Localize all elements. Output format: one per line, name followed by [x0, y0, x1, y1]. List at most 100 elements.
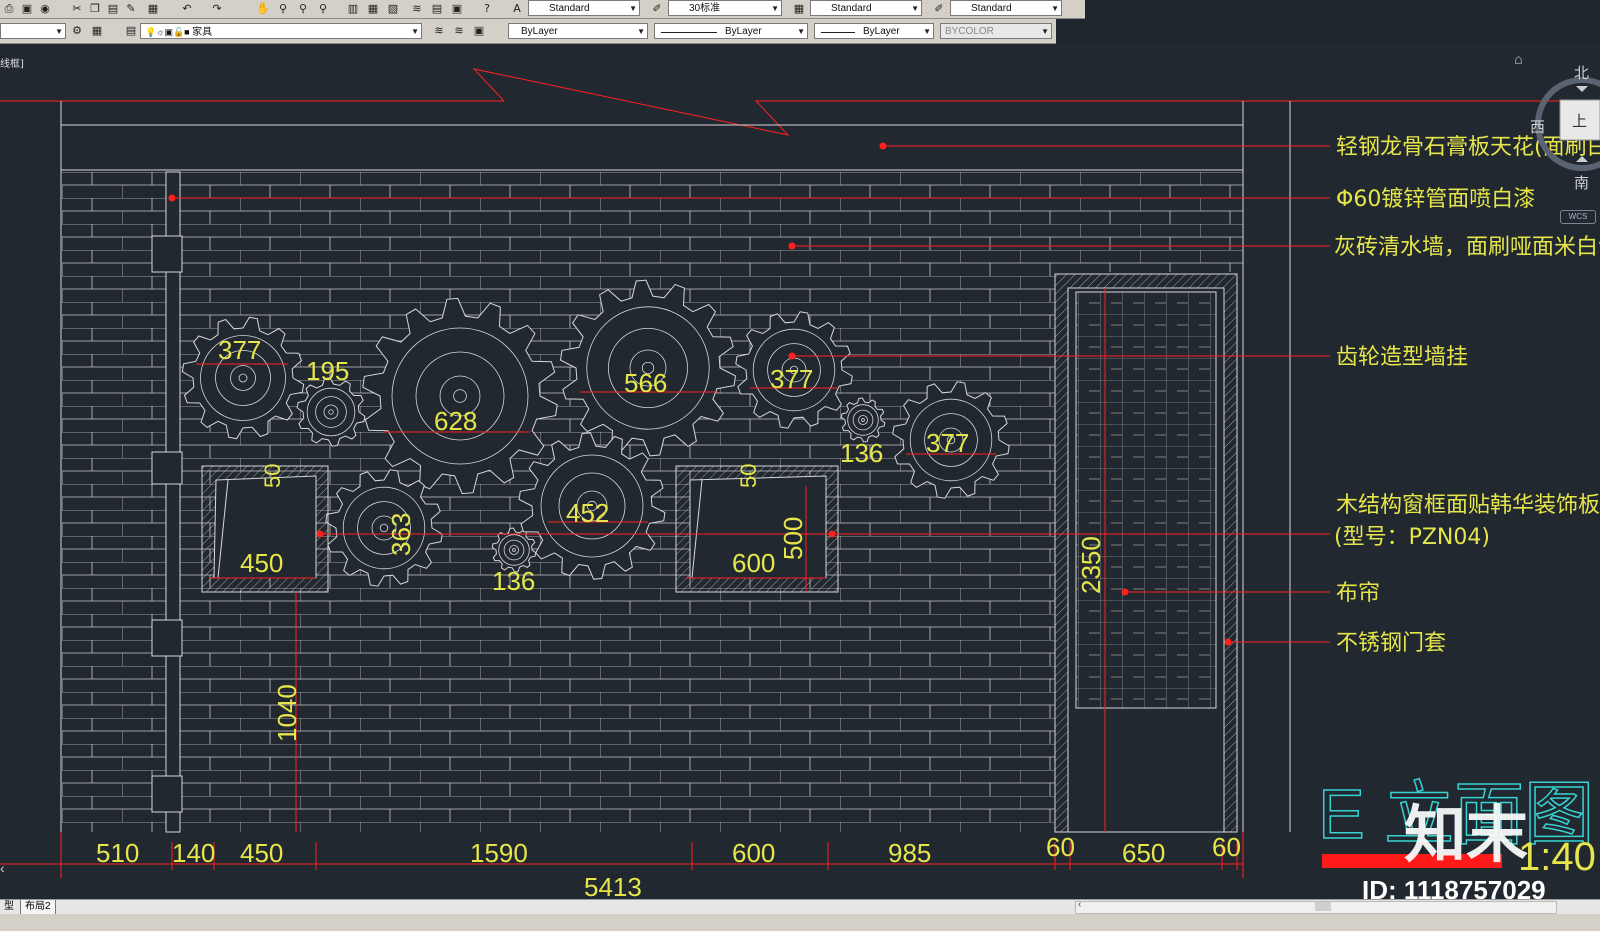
drawing-area-top: [1085, 0, 1600, 43]
help-icon[interactable]: ?: [480, 2, 494, 16]
pan-icon[interactable]: ✋: [256, 2, 270, 16]
zoom-window-icon[interactable]: ⚲: [296, 2, 310, 16]
gear-dim-4: 566: [624, 368, 667, 398]
compass-south[interactable]: 南: [1574, 172, 1589, 193]
annotation-model: (型号：PZN04): [1334, 525, 1490, 550]
matchprop-icon[interactable]: ✎: [124, 2, 138, 16]
drawing-canvas[interactable]: 377 195 628 566 377 136 377 363 136 452 …: [0, 44, 1600, 899]
status-bar: [0, 914, 1600, 931]
tablestyle-icon[interactable]: ▦: [792, 2, 806, 16]
dim-style-select[interactable]: 30标准 ▼: [668, 0, 782, 16]
color-select[interactable]: ByLayer ▼: [508, 23, 648, 39]
table-style-select[interactable]: Standard ▼: [810, 0, 922, 16]
bottom-dim-2: 140: [172, 838, 215, 868]
annotation-curtain: 布帘: [1336, 581, 1380, 606]
text-style-value: Standard: [549, 3, 590, 14]
textstyle-icon[interactable]: A: [510, 2, 524, 16]
window-dim-2: 450: [240, 548, 283, 578]
plot-icon[interactable]: ⎙: [2, 2, 16, 16]
compass-west[interactable]: 西: [1530, 116, 1545, 137]
tab-layout2[interactable]: 布局2: [20, 900, 56, 914]
make-current-icon[interactable]: ≋: [432, 24, 446, 38]
gear-dim-5: 377: [770, 364, 813, 394]
viewcube[interactable]: 北 西 南 上: [1530, 62, 1600, 222]
color-value: ByLayer: [521, 26, 558, 37]
redo-icon[interactable]: ↷: [210, 2, 224, 16]
linetype-select[interactable]: ByLayer ▼: [654, 23, 808, 39]
gear-dim-1: 377: [218, 335, 261, 365]
cut-icon[interactable]: ✂: [70, 2, 84, 16]
window-dim-1: 50: [260, 464, 285, 488]
tab-model[interactable]: 型: [0, 900, 18, 914]
toolpalettes-icon[interactable]: ▧: [386, 2, 400, 16]
layer-states-icon[interactable]: ▣: [472, 24, 486, 38]
scrollbar-thumb[interactable]: [1315, 902, 1331, 911]
gear-dim-10: 452: [566, 498, 609, 528]
height-dim-2350: 2350: [1076, 536, 1106, 594]
annotation-window: 木结构窗框面贴韩华装饰板: [1336, 493, 1600, 518]
workspace-icon[interactable]: ▦: [90, 24, 104, 38]
bottom-dim-9: 60: [1212, 832, 1241, 862]
chevron-left-icon[interactable]: ‹: [0, 860, 5, 876]
designcenter-icon[interactable]: ▦: [366, 2, 380, 16]
lineweight-select[interactable]: ByLayer ▼: [814, 23, 934, 39]
gear-dim-8: 363: [386, 513, 416, 556]
home-icon[interactable]: ⌂: [1514, 52, 1523, 68]
preview-icon[interactable]: ▣: [20, 2, 34, 16]
paste-icon[interactable]: ▤: [106, 2, 120, 16]
gear-dim-7: 377: [926, 428, 969, 458]
undo-icon[interactable]: ↶: [180, 2, 194, 16]
lineweight-sample: [821, 32, 855, 33]
standard-toolbar: ⎙ ▣ ◉ ✂ ❐ ▤ ✎ ▦ ↶ ↷ ✋ ⚲ ⚲ ⚲ ▥ ▦ ▧ ≋ ▤ ▣ …: [0, 0, 1085, 19]
layer-previous-icon[interactable]: ≋: [452, 24, 466, 38]
viewcube-face[interactable]: 上: [1572, 110, 1587, 131]
mleaderstyle-icon[interactable]: ✐: [932, 2, 946, 16]
bottom-dim-7: 60: [1046, 832, 1075, 862]
window-dim-4: 600: [732, 548, 775, 578]
layer-manager-icon[interactable]: ▤: [124, 24, 138, 38]
bottom-dim-3: 450: [240, 838, 283, 868]
total-dim: 5413: [584, 872, 642, 899]
bottom-dim-6: 985: [888, 838, 931, 868]
properties-icon[interactable]: ▥: [346, 2, 360, 16]
mleader-style-value: Standard: [971, 3, 1012, 14]
annotation-pipe: Φ60镀锌管面喷白漆: [1336, 187, 1535, 212]
plotstyle-select[interactable]: BYCOLOR ▼: [940, 23, 1052, 39]
publish-icon[interactable]: ◉: [38, 2, 52, 16]
sheetset-icon[interactable]: ≋: [410, 2, 424, 16]
drawing-area-top-2: [1056, 19, 1085, 43]
text-style-select[interactable]: Standard ▼: [528, 0, 640, 16]
layers-properties-toolbar: ▼ ⚙ ▦ ▤ 💡☼▣🔓■ 家具 ▼ ≋ ≋ ▣ ByLayer ▼ ByLayer…: [0, 19, 1056, 44]
gear-dim-6: 136: [840, 438, 883, 468]
scroll-left-icon[interactable]: ‹: [1078, 899, 1081, 910]
copy-icon[interactable]: ❐: [88, 2, 102, 16]
brick-wall-right: [1055, 172, 1243, 272]
compass-north[interactable]: 北: [1574, 62, 1589, 83]
annotation-door: 不锈钢门套: [1336, 631, 1446, 656]
zoom-previous-icon[interactable]: ⚲: [316, 2, 330, 16]
zoom-realtime-icon[interactable]: ⚲: [276, 2, 290, 16]
table-style-value: Standard: [831, 3, 872, 14]
bottom-dim-5: 600: [732, 838, 775, 868]
quickcalc-icon[interactable]: ▣: [450, 2, 464, 16]
gear-dim-2: 195: [306, 356, 349, 386]
annotation-gear: 齿轮造型墙挂: [1336, 345, 1468, 370]
brick-wall-left: [62, 172, 166, 832]
markup-icon[interactable]: ▤: [430, 2, 444, 16]
gear-dim-9: 136: [492, 566, 535, 596]
annotation-wall: 灰砖清水墙，面刷哑面米白色乳胶漆: [1334, 235, 1600, 260]
settings-icon[interactable]: ⚙: [70, 24, 84, 38]
wcs-menu[interactable]: WCS: [1560, 210, 1596, 224]
window-dim-3: 50: [736, 464, 761, 488]
linetype-value: ByLayer: [725, 26, 762, 37]
bottom-dim-1: 510: [96, 838, 139, 868]
layer-select[interactable]: 💡☼▣🔓■ 家具 ▼: [140, 23, 422, 39]
bottom-dim-8: 650: [1122, 838, 1165, 868]
window-dim-5: 500: [778, 517, 808, 560]
mleader-style-select[interactable]: Standard ▼: [950, 0, 1062, 16]
bottom-dimension-labels: 510 140 450 1590 600 985 60 650 60 5413: [96, 832, 1241, 899]
drawing-scale: 1:40: [1518, 835, 1596, 879]
blockeditor-icon[interactable]: ▦: [146, 2, 160, 16]
dimstyle-icon[interactable]: ✐: [650, 2, 664, 16]
workspace-select[interactable]: ▼: [0, 23, 66, 39]
